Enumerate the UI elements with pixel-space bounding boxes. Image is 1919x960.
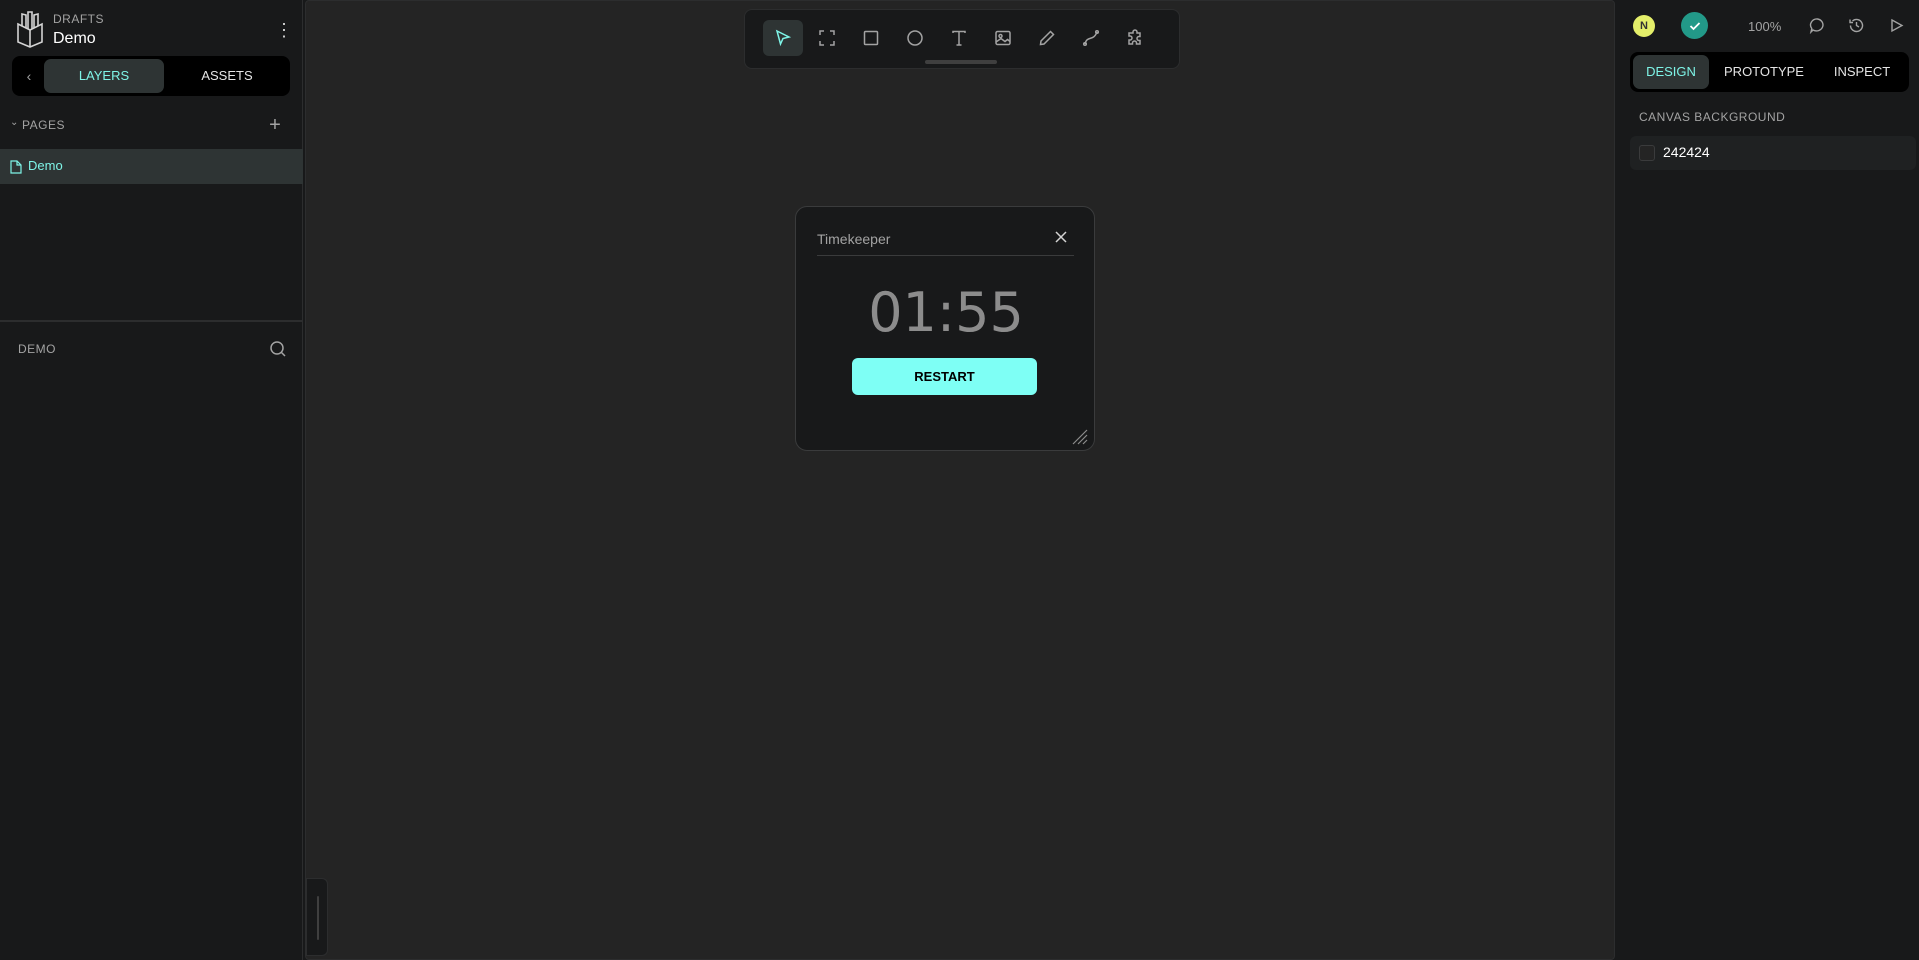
rectangle-icon[interactable] xyxy=(851,20,891,56)
toolbar-drag-handle[interactable] xyxy=(925,60,997,64)
tab-design[interactable]: DESIGN xyxy=(1633,55,1709,89)
scroll-thumb[interactable] xyxy=(317,896,319,940)
tab-layers[interactable]: LAYERS xyxy=(44,59,164,93)
right-tabs: DESIGN PROTOTYPE INSPECT xyxy=(1630,52,1909,92)
tab-assets[interactable]: ASSETS xyxy=(167,59,287,93)
timekeeper-widget: Timekeeper 01:55 RESTART xyxy=(795,206,1095,451)
widget-divider xyxy=(817,255,1074,256)
color-swatch[interactable] xyxy=(1639,145,1655,161)
drafts-label[interactable]: DRAFTS xyxy=(53,12,104,26)
pencil-icon[interactable] xyxy=(1027,20,1067,56)
pages-header: ⌄ PAGES + xyxy=(0,114,303,138)
more-options-icon[interactable]: ⋮ xyxy=(274,20,294,40)
layers-header: DEMO xyxy=(18,339,288,361)
plugins-icon[interactable] xyxy=(1115,20,1155,56)
project-header: DRAFTS Demo ⋮ xyxy=(14,10,294,50)
project-name[interactable]: Demo xyxy=(53,30,96,48)
restart-button[interactable]: RESTART xyxy=(852,358,1037,395)
image-icon[interactable] xyxy=(983,20,1023,56)
left-sidebar: DRAFTS Demo ⋮ ‹ LAYERS ASSETS ⌄ PAGES + … xyxy=(0,0,303,960)
left-scroll-handle[interactable] xyxy=(306,878,328,956)
history-icon[interactable] xyxy=(1845,14,1867,36)
add-page-icon[interactable]: + xyxy=(264,114,286,136)
play-icon[interactable] xyxy=(1885,14,1907,36)
zoom-level[interactable]: 100% xyxy=(1748,19,1781,34)
saved-status-icon[interactable] xyxy=(1681,12,1708,39)
layers-title: DEMO xyxy=(18,342,56,356)
timer-display: 01:55 xyxy=(868,281,1024,344)
chevron-down-icon[interactable]: ⌄ xyxy=(10,117,18,128)
panel-divider[interactable] xyxy=(0,320,303,322)
path-icon[interactable] xyxy=(1071,20,1111,56)
canvas[interactable]: Timekeeper 01:55 RESTART xyxy=(305,0,1615,960)
page-icon xyxy=(10,160,22,174)
chevron-left-icon[interactable]: ‹ xyxy=(14,60,44,92)
penpot-logo-icon xyxy=(17,11,43,48)
canvas-background-row[interactable]: 242424 xyxy=(1630,136,1916,170)
canvas-background-value[interactable]: 242424 xyxy=(1663,144,1710,160)
user-avatar[interactable]: N xyxy=(1633,15,1655,37)
canvas-background-label: CANVAS BACKGROUND xyxy=(1639,110,1786,124)
search-icon[interactable] xyxy=(268,339,288,359)
toolbar xyxy=(744,9,1180,69)
resize-handle-icon[interactable] xyxy=(1072,429,1088,445)
widget-title: Timekeeper xyxy=(817,231,891,247)
tab-inspect[interactable]: INSPECT xyxy=(1818,55,1906,89)
layers-assets-switch: ‹ LAYERS ASSETS xyxy=(12,56,290,96)
pointer-icon[interactable] xyxy=(763,20,803,56)
close-icon[interactable] xyxy=(1053,229,1069,245)
page-item-label: Demo xyxy=(28,158,63,173)
page-item-demo[interactable]: Demo xyxy=(0,149,303,184)
board-icon[interactable] xyxy=(807,20,847,56)
text-icon[interactable] xyxy=(939,20,979,56)
comments-icon[interactable] xyxy=(1806,14,1828,36)
pages-label[interactable]: PAGES xyxy=(22,118,65,132)
right-sidebar: N 100% DESIGN PROTOTYPE INSPECT CANVAS B… xyxy=(1617,0,1919,960)
ellipse-icon[interactable] xyxy=(895,20,935,56)
tab-prototype[interactable]: PROTOTYPE xyxy=(1714,55,1814,89)
